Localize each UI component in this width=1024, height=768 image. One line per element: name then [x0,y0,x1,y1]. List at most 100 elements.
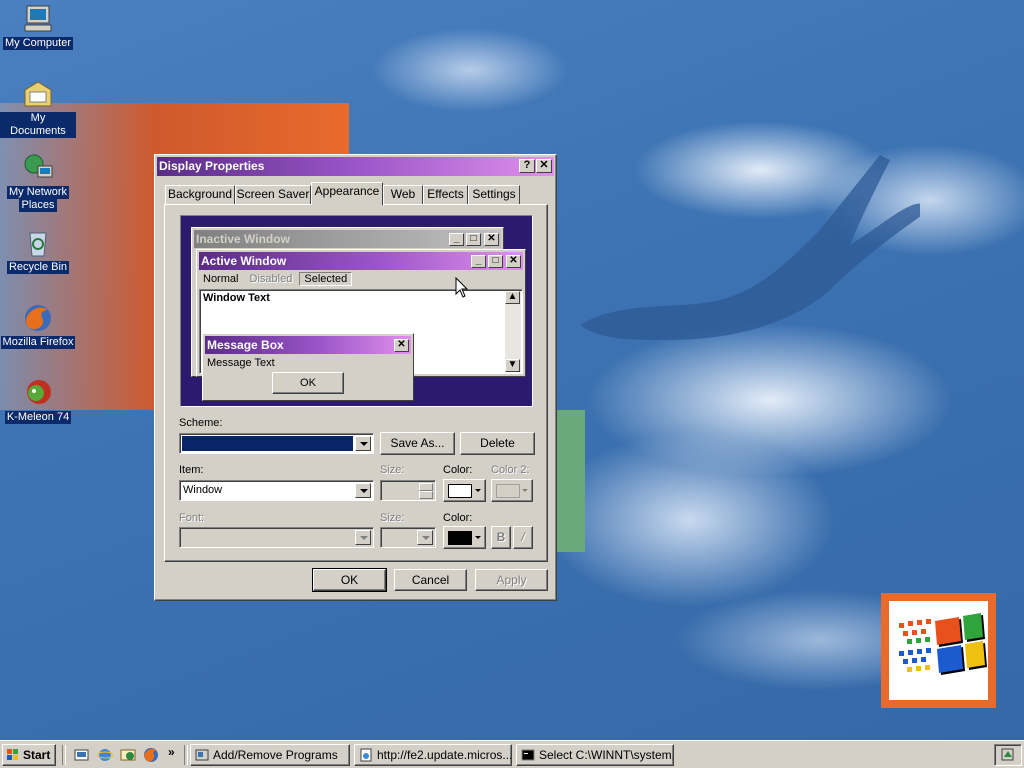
maximize-icon: □ [488,255,503,268]
help-button[interactable]: ? [519,159,535,173]
dropdown-arrow-icon[interactable] [355,436,371,451]
preview-menu-disabled: Disabled [249,273,293,285]
tray-network-icon[interactable] [1000,747,1016,763]
item-color-button[interactable] [443,479,486,502]
preview-menu-selected: Selected [299,272,353,286]
preview-message-box: Message Box ✕ Message Text OK [202,333,414,401]
tab-web[interactable]: Web [383,185,423,204]
spin-down-icon[interactable] [419,491,433,499]
font-label: Font: [179,512,205,524]
font-color-button[interactable] [443,526,486,549]
maximize-icon: □ [466,233,481,246]
minimize-icon: _ [471,255,486,268]
show-desktop-icon[interactable] [74,747,90,763]
system-tray [994,744,1022,766]
close-button[interactable]: ✕ [536,159,552,173]
start-label: Start [23,748,51,762]
preview-msgbox-title: Message Box [207,338,284,352]
dropdown-arrow-icon [475,536,481,539]
desktop-icon-label: My Computer [2,37,74,50]
desktop-icon-firefox[interactable]: Mozilla Firefox [0,302,76,349]
ie-icon[interactable] [97,747,113,763]
taskbar-separator [62,745,66,765]
preview-msgbox-titlebar: Message Box ✕ [205,336,411,354]
my-documents-icon [24,81,52,107]
delete-button[interactable]: Delete [460,432,535,455]
scheme-dropdown[interactable] [179,433,374,454]
dropdown-arrow-icon[interactable] [355,483,371,498]
wallpaper-green-band [555,410,585,552]
item-color2-button[interactable] [491,479,533,502]
ie-page-icon [360,748,372,762]
font-color-swatch [448,531,472,545]
desktop-icon-label: Recycle Bin [6,261,70,274]
preview-msgbox-ok-button: OK [272,372,344,394]
tab-appearance[interactable]: Appearance [311,182,383,205]
scroll-up-icon: ▲ [505,291,520,304]
close-icon: ✕ [484,233,499,246]
scheme-label: Scheme: [179,417,223,429]
minimize-icon: _ [449,233,464,246]
item-size-spinner[interactable] [380,480,436,501]
desktop-icon-network-places[interactable]: My Network Places [0,152,76,212]
dropdown-arrow-icon[interactable] [355,530,371,545]
close-icon: ✕ [506,255,521,268]
task-add-remove-programs[interactable]: Add/Remove Programs [190,744,350,766]
scroll-down-icon: ▼ [505,359,520,372]
desktop-icon-my-documents[interactable]: My Documents [0,78,76,138]
preview-active-title: Active Window [201,254,287,268]
desktop-icon-label: K-Meleon 74 [4,411,72,424]
firefox-icon [25,305,51,331]
preview-inactive-title: Inactive Window [196,232,290,246]
desktop-icon-recycle-bin[interactable]: Recycle Bin [0,227,76,274]
preview-msgbox-text: Message Text [207,357,275,369]
font-size-label: Size: [380,512,405,524]
bold-button[interactable]: B [491,526,511,549]
item-label: Item: [179,464,204,476]
tab-screen-saver[interactable]: Screen Saver [235,185,311,204]
cancel-button[interactable]: Cancel [394,569,467,591]
appearance-preview[interactable]: Inactive Window _ □ ✕ Active Window _ □ … [180,215,533,407]
save-as-button[interactable]: Save As... [380,432,455,455]
outlook-icon[interactable] [120,747,136,763]
k-meleon-icon [27,380,51,404]
item-dropdown[interactable]: Window [179,480,374,501]
task-label: Select C:\WINNT\system... [539,748,674,762]
recycle-bin-icon [29,232,47,257]
tab-background[interactable]: Background [165,185,235,204]
my-computer-icon [24,5,52,32]
item-selected-value: Window [183,484,223,496]
desktop-icon-my-computer[interactable]: My Computer [0,3,76,50]
taskbar-separator [184,745,188,765]
preview-active-titlebar: Active Window _ □ ✕ [199,252,523,270]
scheme-selected-value [182,436,353,451]
desktop-icon-k-meleon[interactable]: K-Meleon 74 [0,377,76,424]
windows-flag-icon [899,613,987,675]
font-dropdown[interactable] [179,527,374,548]
ok-button[interactable]: OK [312,568,387,592]
preview-scrollbar: ▲ ▼ [505,291,521,372]
desktop-icon-label: Mozilla Firefox [0,336,76,349]
item-color2-label: Color 2: [491,464,530,476]
apply-button[interactable]: Apply [475,569,548,591]
dropdown-arrow-icon[interactable] [417,530,433,545]
dropdown-arrow-icon [522,489,528,492]
italic-button[interactable]: / [513,526,533,549]
item-color2-swatch [496,484,520,498]
task-command-prompt[interactable]: Select C:\WINNT\system... [516,744,674,766]
start-button[interactable]: Start [2,744,56,766]
dialog-titlebar[interactable]: Display Properties ? ✕ [157,157,554,176]
preview-menubar: Normal Disabled Selected [199,271,353,288]
task-update-browser[interactable]: http://fe2.update.micros... [354,744,512,766]
network-places-icon [24,154,53,178]
dropdown-arrow-icon [475,489,481,492]
tab-settings[interactable]: Settings [468,185,520,204]
tab-effects[interactable]: Effects [423,185,468,204]
firefox-icon[interactable] [143,747,159,763]
font-size-dropdown[interactable] [380,527,436,548]
close-icon: ✕ [394,339,409,352]
windows-start-icon [7,749,18,760]
spin-up-icon[interactable] [419,483,433,491]
quick-launch-chevron[interactable]: » [168,745,175,759]
desktop-icon-label: My Network [6,186,70,199]
